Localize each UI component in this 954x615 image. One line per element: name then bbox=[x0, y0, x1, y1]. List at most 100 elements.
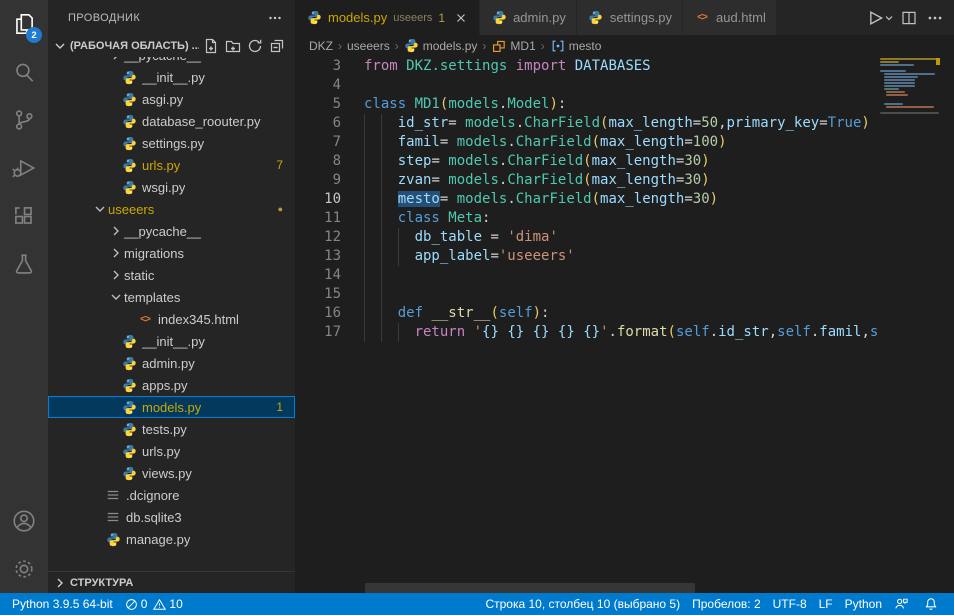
tree-item-settings.py[interactable]: settings.py bbox=[48, 132, 295, 154]
tree-item-label: tests.py bbox=[142, 422, 187, 437]
tab-settings.py[interactable]: settings.py bbox=[577, 0, 683, 35]
collapse-all-icon[interactable] bbox=[267, 36, 287, 56]
error-icon bbox=[125, 598, 138, 611]
statusbar-problems[interactable]: 010 bbox=[119, 593, 195, 615]
statusbar-cursor-position[interactable]: Строка 10, столбец 10 (выбрано 5) bbox=[479, 593, 686, 615]
statusbar-encoding[interactable]: UTF-8 bbox=[767, 593, 813, 615]
tree-item-.dcignore[interactable]: .dcignore bbox=[48, 484, 295, 506]
statusbar-feedback[interactable] bbox=[888, 593, 918, 615]
tree-item-apps.py[interactable]: apps.py bbox=[48, 374, 295, 396]
split-editor-icon[interactable] bbox=[896, 5, 922, 31]
tree-item-urls.py[interactable]: urls.py7 bbox=[48, 154, 295, 176]
tree-item-__init__.py[interactable]: __init__.py bbox=[48, 330, 295, 352]
breadcrumb-item-models.py[interactable]: models.py bbox=[404, 38, 478, 53]
overview-ruler-warning-mark bbox=[936, 58, 940, 65]
activity-item-account[interactable] bbox=[0, 497, 48, 545]
code-line-10: 10 mesto= models.CharField(max_length=30… bbox=[295, 190, 954, 209]
tree-item-tests.py[interactable]: tests.py bbox=[48, 418, 295, 440]
indent-guide bbox=[364, 285, 365, 304]
tree-item-urls.py[interactable]: urls.py bbox=[48, 440, 295, 462]
tree-item-database_roouter.py[interactable]: database_roouter.py bbox=[48, 110, 295, 132]
new-file-icon[interactable] bbox=[201, 36, 221, 56]
tree-item-views.py[interactable]: views.py bbox=[48, 462, 295, 484]
tree-item-migrations[interactable]: migrations bbox=[48, 242, 295, 264]
activity-item-run-debug[interactable] bbox=[0, 144, 48, 192]
breadcrumb-item-DKZ[interactable]: DKZ bbox=[309, 39, 333, 53]
line-number-8[interactable]: 8 bbox=[295, 152, 341, 171]
line-number-9[interactable]: 9 bbox=[295, 171, 341, 190]
line-number-5[interactable]: 5 bbox=[295, 95, 341, 114]
indent-guide bbox=[364, 171, 365, 190]
line-number-6[interactable]: 6 bbox=[295, 114, 341, 133]
activity-item-explorer[interactable]: 2 bbox=[0, 0, 48, 48]
python-icon bbox=[120, 356, 138, 371]
minimap-line bbox=[884, 76, 918, 78]
debug-icon bbox=[11, 155, 37, 181]
indent-guide bbox=[381, 209, 382, 228]
tree-item-static[interactable]: static bbox=[48, 264, 295, 286]
indent-guide bbox=[364, 228, 365, 247]
tree-item-index345.html[interactable]: <>index345.html bbox=[48, 308, 295, 330]
line-number-13[interactable]: 13 bbox=[295, 247, 341, 266]
outline-section-header[interactable]: СТРУКТУРА bbox=[48, 571, 295, 593]
line-number-15[interactable]: 15 bbox=[295, 285, 341, 304]
new-folder-icon[interactable] bbox=[223, 36, 243, 56]
tree-item-useeers[interactable]: useeers● bbox=[48, 198, 295, 220]
tab-admin.py[interactable]: admin.py bbox=[480, 0, 577, 35]
tree-item-models.py[interactable]: models.py1 bbox=[48, 396, 295, 418]
breadcrumb-item-mesto[interactable]: mesto bbox=[550, 39, 602, 53]
tree-item-label: models.py bbox=[142, 400, 201, 415]
line-number-7[interactable]: 7 bbox=[295, 133, 341, 152]
tab-models.py[interactable]: models.pyuseeers1 bbox=[295, 0, 480, 35]
activity-item-search[interactable] bbox=[0, 48, 48, 96]
tree-item-label: useeers bbox=[108, 202, 154, 217]
tab-aud.html[interactable]: <>aud.html bbox=[683, 0, 777, 35]
tree-item-label: static bbox=[124, 268, 154, 283]
activity-item-settings[interactable] bbox=[0, 545, 48, 593]
tree-item-asgi.py[interactable]: asgi.py bbox=[48, 88, 295, 110]
code-editor[interactable]: 3from DKZ.settings import DATABASES45cla… bbox=[295, 56, 954, 593]
refresh-icon[interactable] bbox=[245, 36, 265, 56]
file-tree: __pycache____init__.pyasgi.pydatabase_ro… bbox=[48, 57, 295, 571]
line-number-10[interactable]: 10 bbox=[295, 190, 341, 209]
statusbar-indentation[interactable]: Пробелов: 2 bbox=[686, 593, 767, 615]
encoding-label: UTF-8 bbox=[773, 597, 807, 611]
workspace-section-header[interactable]: (РАБОЧАЯ ОБЛАСТЬ) ... bbox=[48, 35, 295, 57]
tree-item-admin.py[interactable]: admin.py bbox=[48, 352, 295, 374]
line-number-4[interactable]: 4 bbox=[295, 76, 341, 95]
line-number-3[interactable]: 3 bbox=[295, 57, 341, 76]
line-number-11[interactable]: 11 bbox=[295, 209, 341, 228]
run-dropdown-icon[interactable] bbox=[882, 5, 896, 31]
statusbar-language-mode[interactable]: Python bbox=[839, 593, 888, 615]
indent-guide bbox=[364, 304, 365, 323]
python-icon bbox=[120, 422, 138, 437]
activity-item-testing[interactable] bbox=[0, 240, 48, 288]
statusbar-python-interpreter[interactable]: Python 3.9.5 64-bit bbox=[6, 593, 119, 615]
line-number-12[interactable]: 12 bbox=[295, 228, 341, 247]
tree-item-templates[interactable]: templates bbox=[48, 286, 295, 308]
tree-item-__init__.py[interactable]: __init__.py bbox=[48, 66, 295, 88]
line-number-17[interactable]: 17 bbox=[295, 323, 341, 342]
tree-item-db.sqlite3[interactable]: db.sqlite3 bbox=[48, 506, 295, 528]
minimap-line bbox=[886, 106, 934, 108]
more-actions-icon[interactable] bbox=[267, 10, 283, 26]
statusbar-notifications[interactable] bbox=[918, 593, 948, 615]
chevron-down-icon bbox=[108, 289, 124, 305]
tree-item-__pycache__[interactable]: __pycache__ bbox=[48, 220, 295, 242]
tree-item-__pycache__[interactable]: __pycache__ bbox=[48, 57, 295, 66]
more-actions-icon[interactable] bbox=[922, 5, 948, 31]
activity-item-extensions[interactable] bbox=[0, 192, 48, 240]
horizontal-scrollbar[interactable] bbox=[365, 583, 695, 593]
breadcrumb-item-MD1[interactable]: MD1 bbox=[491, 39, 535, 53]
tree-item-wsgi.py[interactable]: wsgi.py bbox=[48, 176, 295, 198]
activity-item-source-control[interactable] bbox=[0, 96, 48, 144]
tree-item-label: migrations bbox=[124, 246, 184, 261]
line-number-14[interactable]: 14 bbox=[295, 266, 341, 285]
breadcrumb-item-useeers[interactable]: useeers bbox=[347, 39, 390, 53]
close-icon[interactable] bbox=[453, 10, 469, 26]
tree-item-manage.py[interactable]: manage.py bbox=[48, 528, 295, 550]
statusbar-eol[interactable]: LF bbox=[813, 593, 839, 615]
minimap[interactable] bbox=[880, 56, 942, 593]
line-number-16[interactable]: 16 bbox=[295, 304, 341, 323]
breadcrumb-label: DKZ bbox=[309, 39, 333, 53]
